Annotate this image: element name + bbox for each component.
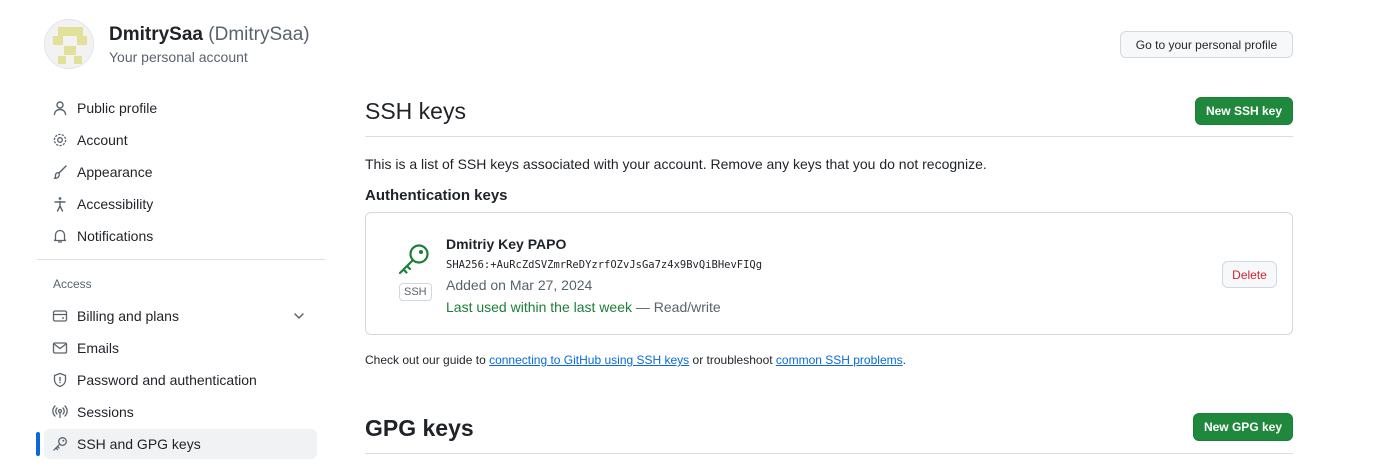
- key-access-level: — Read/write: [632, 299, 721, 315]
- sidebar-item-billing[interactable]: Billing and plans: [44, 301, 317, 331]
- person-icon: [52, 100, 68, 116]
- sidebar-item-ssh-gpg-keys[interactable]: SSH and GPG keys: [44, 429, 317, 459]
- sidebar-item-label: Notifications: [77, 228, 154, 244]
- accessibility-icon: [52, 196, 68, 212]
- ssh-keys-heading: SSH keys: [365, 98, 466, 124]
- sidebar-item-label: Appearance: [77, 164, 153, 180]
- user-login-text: (DmitrySaa): [208, 24, 310, 45]
- guide-prefix: Check out our guide to: [365, 353, 490, 367]
- sidebar-item-label: Accessibility: [77, 196, 154, 212]
- shield-icon: [52, 372, 68, 388]
- guide-link-connecting[interactable]: connecting to GitHub using SSH keys: [489, 353, 689, 367]
- broadcast-icon: [52, 404, 68, 420]
- new-gpg-key-button[interactable]: New GPG key: [1193, 413, 1293, 441]
- sidebar-item-password-authentication[interactable]: Password and authentication: [44, 365, 317, 395]
- ssh-guide-text: Check out our guide to connecting to Git…: [365, 353, 906, 367]
- key-type-label: SSH: [399, 283, 432, 301]
- key-icon: [52, 436, 68, 452]
- gpg-keys-heading: GPG keys: [365, 415, 474, 441]
- mail-icon: [52, 340, 68, 356]
- key-title: Dmitriy Key PAPO: [446, 236, 567, 252]
- ssh-description: This is a list of SSH keys associated wi…: [365, 156, 987, 172]
- active-indicator: [36, 432, 40, 456]
- go-to-profile-button[interactable]: Go to your personal profile: [1120, 31, 1293, 58]
- sidebar-item-account[interactable]: Account: [44, 125, 317, 155]
- sidebar-divider: [37, 259, 325, 260]
- gear-icon: [52, 132, 68, 148]
- authentication-keys-heading: Authentication keys: [365, 187, 508, 204]
- key-added-date: Added on Mar 27, 2024: [446, 277, 593, 293]
- sidebar-item-emails[interactable]: Emails: [44, 333, 317, 363]
- delete-key-button[interactable]: Delete: [1222, 261, 1277, 288]
- new-ssh-key-button[interactable]: New SSH key: [1195, 97, 1293, 125]
- sidebar-item-label: Public profile: [77, 100, 158, 116]
- guide-middle: or troubleshoot: [689, 353, 776, 367]
- sidebar-item-accessibility[interactable]: Accessibility: [44, 189, 317, 219]
- gpg-divider: [365, 453, 1293, 454]
- ssh-key-card: SSH Dmitriy Key PAPO SHA256:+AuRcZdSVZmr…: [365, 212, 1293, 335]
- key-last-used-text: Last used within the last week: [446, 299, 632, 315]
- guide-suffix: .: [902, 353, 906, 367]
- sidebar-item-label: Password and authentication: [77, 372, 257, 388]
- sidebar-item-label: SSH and GPG keys: [77, 436, 201, 452]
- key-icon: [397, 243, 431, 282]
- sidebar-item-label: Billing and plans: [77, 308, 179, 324]
- guide-link-troubleshoot[interactable]: common SSH problems: [776, 353, 903, 367]
- key-fingerprint: SHA256:+AuRcZdSVZmrReDYzrfOZvJsGa7z4x9Bv…: [446, 259, 763, 271]
- account-subtitle: Your personal account: [109, 49, 248, 65]
- sidebar-item-public-profile[interactable]: Public profile: [44, 93, 317, 123]
- bell-icon: [52, 228, 68, 244]
- sidebar-item-appearance[interactable]: Appearance: [44, 157, 317, 187]
- user-display-name[interactable]: DmitrySaa (DmitrySaa): [109, 24, 310, 46]
- chevron-down-icon[interactable]: [291, 308, 307, 327]
- sidebar-item-label: Account: [77, 132, 128, 148]
- sidebar-heading-access: Access: [53, 277, 92, 291]
- ssh-divider: [365, 136, 1293, 137]
- avatar[interactable]: [44, 19, 94, 69]
- user-name-text: DmitrySaa: [109, 24, 203, 45]
- paintbrush-icon: [52, 164, 68, 180]
- sidebar-item-label: Emails: [77, 340, 120, 356]
- sidebar-item-notifications[interactable]: Notifications: [44, 221, 317, 251]
- sidebar-item-label: Sessions: [77, 404, 134, 420]
- key-last-used: Last used within the last week — Read/wr…: [446, 299, 721, 315]
- sidebar-item-sessions[interactable]: Sessions: [44, 397, 317, 427]
- credit-card-icon: [52, 308, 68, 324]
